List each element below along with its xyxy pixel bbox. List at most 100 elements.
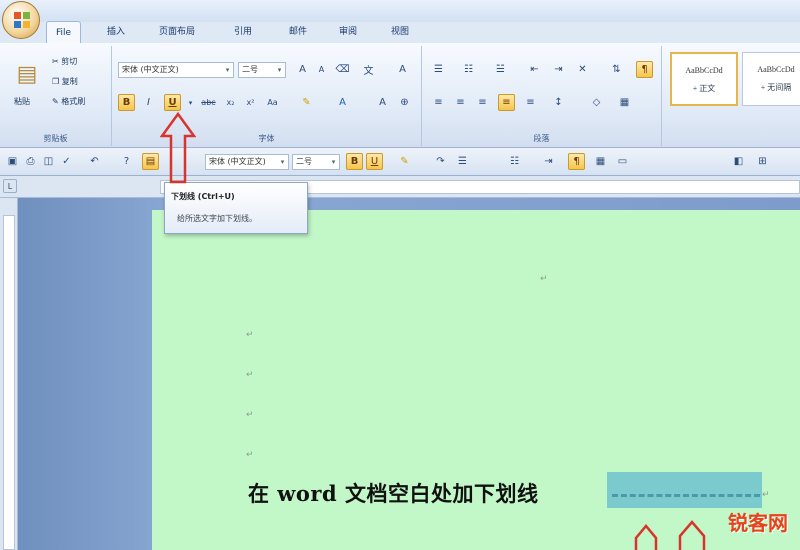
preview-icon[interactable]: ◫ xyxy=(40,153,57,170)
align-left-icon[interactable]: ≡ xyxy=(430,94,447,111)
tooltip-title: 下划线 (Ctrl+U) xyxy=(171,192,235,201)
quick-numbering-icon[interactable]: ☷ xyxy=(506,153,523,170)
format-painter-label: 格式刷 xyxy=(61,97,86,106)
highlight-color-icon[interactable]: ✎ xyxy=(298,94,315,111)
tab-selector-icon[interactable]: L xyxy=(3,179,17,193)
char-border-icon[interactable]: A xyxy=(394,61,411,78)
quick-zoom-icon[interactable]: ⊞ xyxy=(754,153,771,170)
quick-border-icon[interactable]: ▭ xyxy=(614,153,631,170)
tooltip-description: 给所选文字加下划线。 xyxy=(177,214,257,223)
char-shading-icon[interactable]: A xyxy=(374,94,391,111)
paragraph-mark: ↵ xyxy=(540,274,548,284)
underline-dropdown-icon[interactable]: ▾ xyxy=(182,94,199,111)
tab-page-layout[interactable]: 页面布局 xyxy=(150,21,204,43)
quick-marks-icon[interactable]: ¶ xyxy=(568,153,585,170)
align-center-icon[interactable]: ≡ xyxy=(452,94,469,111)
multilevel-list-icon[interactable]: ☱ xyxy=(492,61,509,78)
paragraph-group-label: 段落 xyxy=(533,134,550,143)
format-painter-button[interactable]: ✎ 格式刷 xyxy=(52,96,85,107)
copy-icon: ❐ xyxy=(52,77,60,86)
chevron-down-icon: ▾ xyxy=(225,66,230,74)
show-marks-icon[interactable]: ¶ xyxy=(636,61,653,78)
quick-indent-icon[interactable]: ⇥ xyxy=(540,153,557,170)
quick-bold-button[interactable]: B xyxy=(346,153,363,170)
bold-button[interactable]: B xyxy=(118,94,135,111)
tab-file[interactable]: File xyxy=(46,21,82,43)
chevron-down-icon: ▾ xyxy=(277,66,282,74)
tab-view[interactable]: 视图 xyxy=(382,21,418,43)
line-spacing-icon[interactable]: ↕ xyxy=(550,94,567,111)
increase-indent-icon[interactable]: ⇥ xyxy=(550,61,567,78)
shading-icon[interactable]: ◇ xyxy=(588,94,605,111)
tab-mailings[interactable]: 邮件 xyxy=(280,21,316,43)
quick-toolbar: ▣ ⎙ ◫ ✓ ↶ ? ▤ 宋体 (中文正文) ▾ 二号 ▾ B U ✎ ↷ ☰ ☷… xyxy=(0,148,800,176)
quick-highlight-icon[interactable]: ✎ xyxy=(396,153,413,170)
chinese-layout-icon[interactable]: ✕ xyxy=(574,61,591,78)
tab-insert[interactable]: 插入 xyxy=(98,21,134,43)
style-no-spacing-sample: AaBbCcDd xyxy=(757,65,795,74)
font-group: 宋体 (中文正文) ▾ 二号 ▾ A A ⌫ 文 A B I U ▾ abc x₂ … xyxy=(112,46,422,146)
font-color-icon[interactable]: A xyxy=(334,94,351,111)
cut-label: 剪切 xyxy=(61,57,78,66)
justify-icon[interactable]: ≡ xyxy=(498,94,515,111)
phonetic-icon[interactable]: 文 xyxy=(360,61,377,78)
clipboard-group-label: 剪贴板 xyxy=(43,134,68,143)
save-icon[interactable]: ▣ xyxy=(4,153,21,170)
paragraph-group: ☰ ☷ ☱ ⇤ ⇥ ✕ ⇅ ¶ ≡ ≡ ≡ ≡ ≡ ↕ ◇ ▦ 段落 xyxy=(422,46,662,146)
font-name-combo[interactable]: 宋体 (中文正文) ▾ xyxy=(118,62,234,78)
underline-tooltip: 下划线 (Ctrl+U) 给所选文字加下划线。 xyxy=(164,182,308,234)
paste-icon[interactable]: ▤ xyxy=(12,54,42,94)
distribute-icon[interactable]: ≡ xyxy=(522,94,539,111)
quick-bullets-icon[interactable]: ☰ xyxy=(454,153,471,170)
paragraph-mark: ↵ xyxy=(246,410,254,420)
tab-references[interactable]: 引用 xyxy=(225,21,261,43)
sort-icon[interactable]: ⇅ xyxy=(608,61,625,78)
copy-button[interactable]: ❐ 复制 xyxy=(52,76,78,87)
shrink-font-button[interactable]: A xyxy=(313,61,330,78)
quick-font-size-combo[interactable]: 二号 ▾ xyxy=(292,154,340,170)
spelling-icon[interactable]: ✓ xyxy=(58,153,75,170)
document-text[interactable]: 在 word 文档空白处加下划线 xyxy=(248,478,538,508)
font-size-value: 二号 xyxy=(242,65,258,74)
superscript-button[interactable]: x² xyxy=(242,94,259,111)
cut-button[interactable]: ✂ 剪切 xyxy=(52,56,77,67)
grow-font-button[interactable]: A xyxy=(294,61,311,78)
style-no-spacing[interactable]: AaBbCcDd + 无间隔 xyxy=(742,52,800,106)
vertical-ruler-scale[interactable] xyxy=(3,215,15,550)
numbering-icon[interactable]: ☷ xyxy=(460,61,477,78)
font-group-label: 字体 xyxy=(258,134,275,143)
subscript-button[interactable]: x₂ xyxy=(222,94,239,111)
clear-format-icon[interactable]: ⌫ xyxy=(334,61,351,78)
office-button[interactable] xyxy=(2,1,40,39)
paste-quick-icon[interactable]: ▤ xyxy=(142,153,159,170)
up-arrow-annotation-icon xyxy=(160,112,196,184)
undo-icon[interactable]: ↶ xyxy=(86,153,103,170)
change-case-button[interactable]: Aa xyxy=(264,94,281,111)
decrease-indent-icon[interactable]: ⇤ xyxy=(526,61,543,78)
align-right-icon[interactable]: ≡ xyxy=(474,94,491,111)
office-logo-icon xyxy=(14,12,30,28)
quick-table-icon[interactable]: ▦ xyxy=(592,153,609,170)
style-no-spacing-label: + 无间隔 xyxy=(760,83,792,92)
quick-underline-button[interactable]: U xyxy=(366,153,383,170)
copy-label: 复制 xyxy=(61,77,78,86)
bullets-icon[interactable]: ☰ xyxy=(430,61,447,78)
style-normal[interactable]: AaBbCcDd + 正文 xyxy=(670,52,738,106)
title-bar xyxy=(0,0,800,22)
quick-font-name-value: 宋体 (中文正文) xyxy=(209,157,266,166)
brush-icon: ✎ xyxy=(52,97,59,106)
print-icon[interactable]: ⎙ xyxy=(22,153,39,170)
strikethrough-button[interactable]: abc xyxy=(200,94,217,111)
quick-view-icon[interactable]: ◧ xyxy=(730,153,747,170)
tab-review[interactable]: 审阅 xyxy=(330,21,366,43)
selected-blank-area[interactable] xyxy=(607,472,762,508)
italic-button[interactable]: I xyxy=(140,94,157,111)
quick-font-name-combo[interactable]: 宋体 (中文正文) ▾ xyxy=(205,154,289,170)
underline-button[interactable]: U xyxy=(164,94,181,111)
redo-icon[interactable]: ↷ xyxy=(432,153,449,170)
enclose-char-icon[interactable]: ⊕ xyxy=(396,94,413,111)
font-size-combo[interactable]: 二号 ▾ xyxy=(238,62,286,78)
paste-label[interactable]: 粘贴 xyxy=(14,96,30,107)
help-icon[interactable]: ? xyxy=(118,153,135,170)
borders-icon[interactable]: ▦ xyxy=(616,94,633,111)
